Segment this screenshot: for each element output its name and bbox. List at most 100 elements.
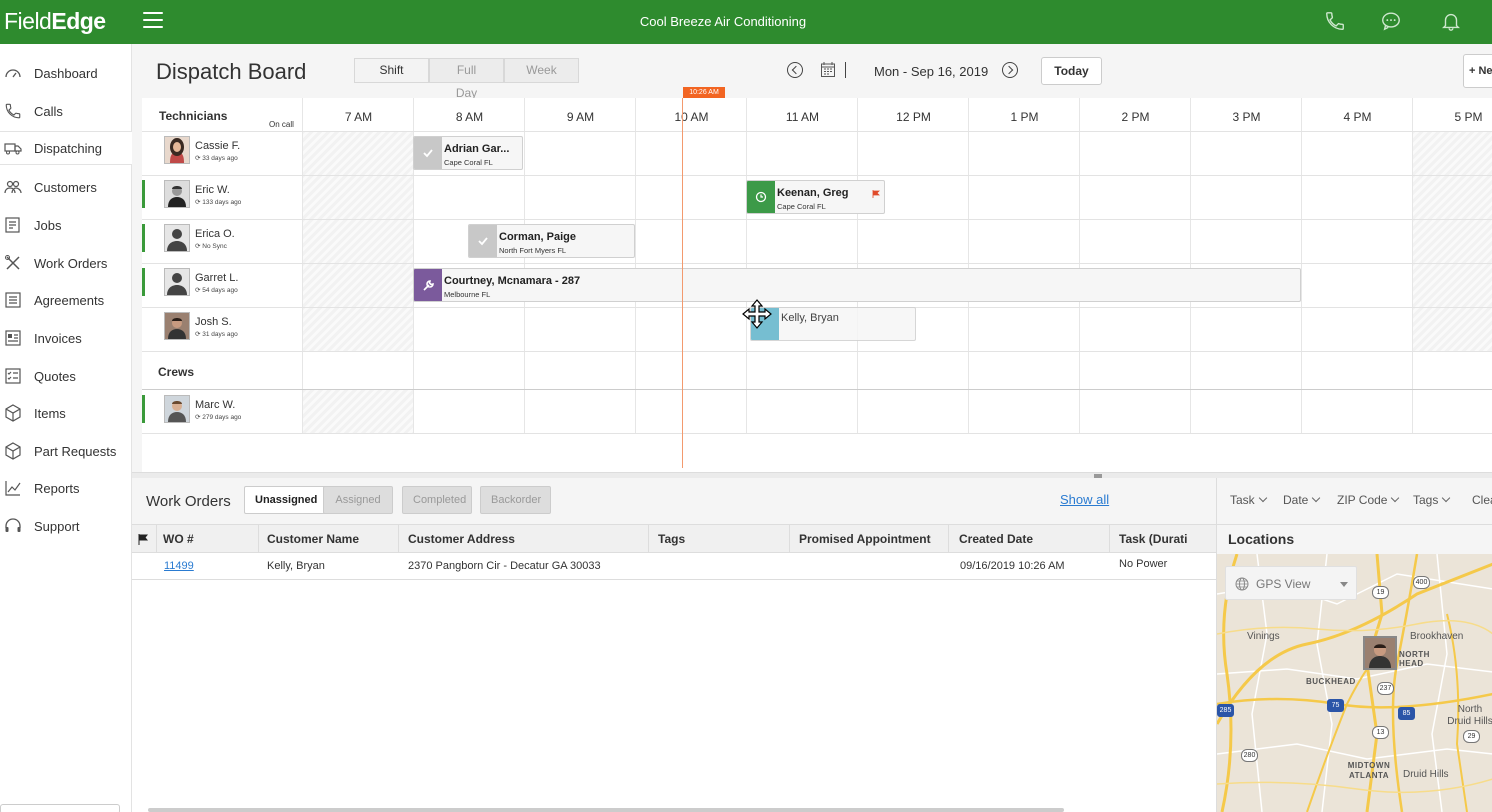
chart-line-icon bbox=[4, 479, 22, 497]
check-icon bbox=[469, 225, 497, 257]
crews-header: Crews bbox=[158, 365, 195, 379]
hour-column: 12 PM bbox=[857, 98, 968, 434]
locations-panel: Task Date ZIP Code Tags Clea Locations G… bbox=[1216, 478, 1492, 812]
job-card[interactable]: Adrian Gar... Cape Coral FL bbox=[413, 136, 523, 170]
previous-day-icon[interactable] bbox=[787, 62, 803, 78]
new-button[interactable]: + Ne bbox=[1463, 54, 1492, 88]
active-indicator bbox=[142, 180, 145, 208]
active-indicator bbox=[142, 224, 145, 252]
hour-column: 7 AM bbox=[302, 98, 413, 434]
avatar bbox=[164, 180, 190, 208]
hour-column: 9 AM bbox=[524, 98, 635, 434]
sidebar-item-quotes[interactable]: Quotes bbox=[0, 359, 132, 393]
schedule-grid: Technicians On call 7 AM 8 AM 9 AM 10 AM… bbox=[142, 98, 1492, 472]
show-all-link[interactable]: Show all bbox=[1060, 492, 1109, 507]
technician-row[interactable]: Cassie F. ⟳ 33 days ago bbox=[142, 131, 302, 175]
sidebar-item-invoices[interactable]: Invoices bbox=[0, 321, 132, 355]
sidebar-item-dispatching[interactable]: Dispatching bbox=[0, 131, 132, 165]
clock-icon bbox=[747, 181, 775, 213]
sidebar-item-support[interactable]: Support bbox=[0, 509, 132, 543]
hour-column: 3 PM bbox=[1190, 98, 1301, 434]
hour-column: 1 PM bbox=[968, 98, 1079, 434]
job-card[interactable]: Corman, Paige North Fort Myers FL bbox=[468, 224, 635, 258]
view-full-day-button[interactable]: Full Day bbox=[429, 58, 504, 100]
calendar-icon[interactable] bbox=[821, 62, 835, 77]
current-time-badge: 10:26 AM bbox=[683, 87, 725, 98]
job-card-dragging[interactable]: Kelly, Bryan bbox=[750, 307, 916, 341]
job-card[interactable]: Courtney, Mcnamara - 287 Melbourne FL bbox=[413, 268, 1301, 302]
avatar bbox=[164, 224, 190, 252]
flag-icon[interactable] bbox=[138, 533, 149, 548]
wo-number-link[interactable]: 11499 bbox=[164, 560, 194, 572]
filter-task[interactable]: Task bbox=[1230, 493, 1267, 507]
technician-map-marker[interactable] bbox=[1363, 636, 1397, 670]
next-day-icon[interactable] bbox=[1002, 62, 1018, 78]
sidebar-item-items[interactable]: Items bbox=[0, 396, 132, 430]
technician-row[interactable]: Garret L. ⟳ 54 days ago bbox=[142, 263, 302, 307]
sidebar-item-customers[interactable]: Customers bbox=[0, 170, 132, 204]
work-orders-table-header: WO # Customer Name Customer Address Tags… bbox=[132, 524, 1216, 553]
current-time-line bbox=[682, 98, 683, 468]
hour-column: 11 AM bbox=[746, 98, 857, 434]
box-icon bbox=[4, 404, 22, 422]
sidebar-item-calls[interactable]: Calls bbox=[0, 94, 132, 128]
sidebar-item-reports[interactable]: Reports bbox=[0, 471, 132, 505]
table-row[interactable]: 11499 Kelly, Bryan 2370 Pangborn Cir - D… bbox=[132, 553, 1216, 580]
job-card[interactable]: Keenan, Greg Cape Coral FL bbox=[746, 180, 885, 214]
tab-completed[interactable]: Completed bbox=[402, 486, 472, 514]
technician-row[interactable]: Josh S. ⟳ 31 days ago bbox=[142, 307, 302, 351]
document-icon bbox=[4, 291, 22, 309]
tab-assigned[interactable]: Assigned bbox=[323, 486, 393, 514]
gps-view-select[interactable]: GPS View bbox=[1225, 566, 1357, 600]
technician-row[interactable]: Erica O. ⟳ No Sync bbox=[142, 219, 302, 263]
view-shift-button[interactable]: Shift bbox=[354, 58, 429, 83]
truck-icon bbox=[4, 139, 22, 157]
sidebar-item-agreements[interactable]: Agreements bbox=[0, 283, 132, 317]
filter-clear[interactable]: Clea bbox=[1472, 493, 1492, 507]
date-separator bbox=[845, 62, 846, 78]
bell-icon[interactable] bbox=[1440, 10, 1462, 32]
sidebar-footer-button[interactable] bbox=[0, 804, 120, 812]
hour-column: 4 PM bbox=[1301, 98, 1412, 434]
horizontal-scrollbar[interactable] bbox=[148, 808, 1064, 812]
sidebar-item-dashboard[interactable]: Dashboard bbox=[0, 56, 132, 90]
company-name: Cool Breeze Air Conditioning bbox=[639, 14, 807, 29]
technician-row[interactable]: Eric W. ⟳ 133 days ago bbox=[142, 175, 302, 219]
chat-bubble-icon[interactable] bbox=[1380, 10, 1402, 32]
crew-row[interactable]: Marc W. ⟳ 279 days ago bbox=[142, 390, 302, 434]
sidebar-item-jobs[interactable]: Jobs bbox=[0, 208, 132, 242]
map[interactable]: GPS View Vinings Brookhaven BUCKHEAD Nor… bbox=[1217, 554, 1492, 812]
view-week-button[interactable]: Week bbox=[504, 58, 579, 83]
globe-icon bbox=[1235, 577, 1249, 591]
package-icon bbox=[4, 442, 22, 460]
avatar bbox=[164, 395, 190, 423]
today-button[interactable]: Today bbox=[1041, 57, 1102, 85]
tab-backorder[interactable]: Backorder bbox=[480, 486, 551, 514]
dropdown-arrow-icon bbox=[1340, 582, 1348, 587]
invoice-icon bbox=[4, 329, 22, 347]
locations-title: Locations bbox=[1228, 531, 1295, 547]
active-indicator bbox=[142, 395, 145, 423]
tools-icon bbox=[4, 254, 22, 272]
hour-column: 10 AM bbox=[635, 98, 746, 434]
hour-column: 5 PM bbox=[1412, 98, 1492, 434]
avatar bbox=[164, 136, 190, 164]
filter-tags[interactable]: Tags bbox=[1413, 493, 1451, 507]
filter-date[interactable]: Date bbox=[1283, 493, 1321, 507]
sidebar-item-part-requests[interactable]: Part Requests bbox=[0, 434, 132, 468]
filter-zip-code[interactable]: ZIP Code bbox=[1337, 493, 1400, 507]
flag-icon bbox=[872, 186, 880, 198]
hour-column: 2 PM bbox=[1079, 98, 1190, 434]
speedometer-icon bbox=[4, 64, 22, 82]
technicians-header: Technicians bbox=[159, 109, 228, 123]
avatar bbox=[164, 312, 190, 340]
phone-icon[interactable] bbox=[1324, 10, 1346, 32]
current-date[interactable]: Mon - Sep 16, 2019 bbox=[874, 64, 988, 79]
top-bar: FieldEdge Cool Breeze Air Conditioning bbox=[0, 0, 1492, 44]
tab-unassigned[interactable]: Unassigned bbox=[244, 486, 329, 514]
headset-icon bbox=[4, 517, 22, 535]
work-orders-title: Work Orders bbox=[146, 493, 231, 510]
sidebar-item-work-orders[interactable]: Work Orders bbox=[0, 246, 132, 280]
clipboard-icon bbox=[4, 216, 22, 234]
work-orders-panel: Work Orders Unassigned Assigned Complete… bbox=[132, 478, 1216, 812]
